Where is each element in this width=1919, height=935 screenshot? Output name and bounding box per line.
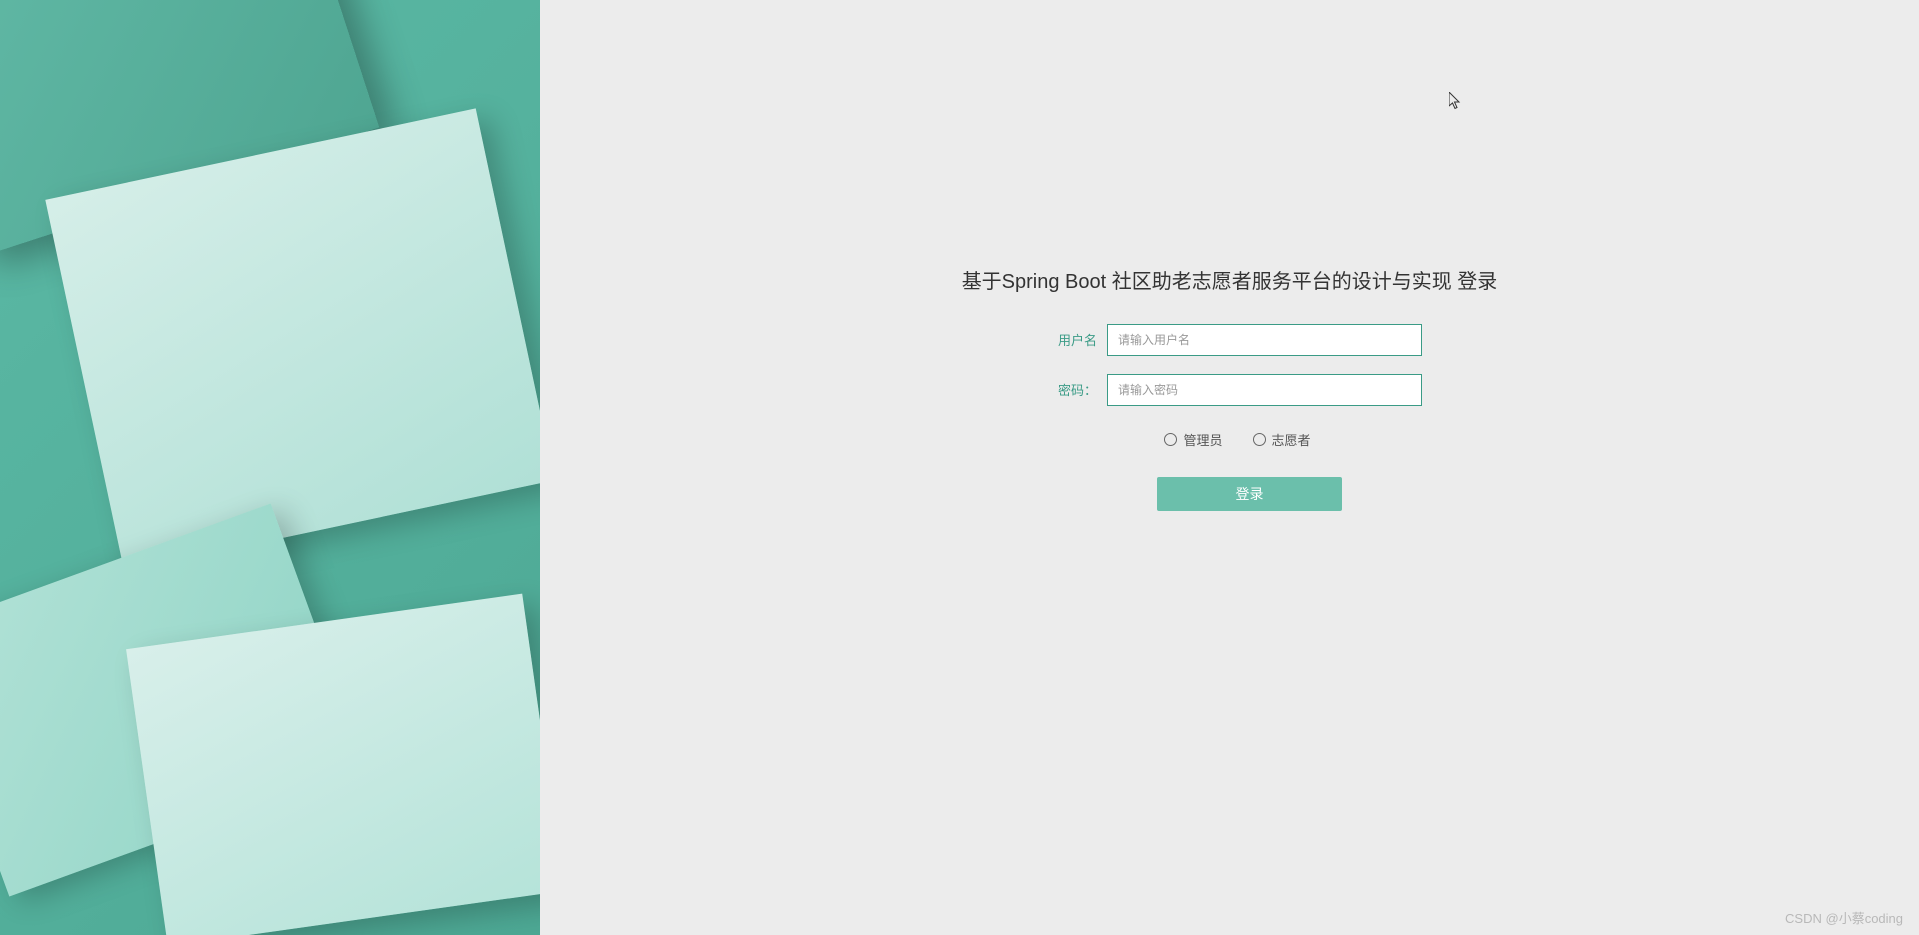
username-input[interactable] — [1107, 324, 1422, 356]
password-input[interactable] — [1107, 374, 1422, 406]
username-row: 用户名 — [970, 324, 1490, 356]
role-selector: 管理员 志愿者 — [1164, 430, 1310, 449]
role-volunteer-radio[interactable]: 志愿者 — [1253, 430, 1311, 449]
radio-icon — [1253, 433, 1266, 446]
password-row: 密码： — [970, 374, 1490, 406]
radio-icon — [1164, 433, 1177, 446]
role-admin-radio[interactable]: 管理员 — [1164, 430, 1222, 449]
login-form: 基于Spring Boot 社区助老志愿者服务平台的设计与实现 登录 用户名 密… — [970, 265, 1490, 511]
password-label: 密码： — [1037, 380, 1097, 399]
decorative-left-panel — [0, 0, 540, 935]
watermark-text: CSDN @小蔡coding — [1785, 908, 1903, 927]
page-title: 基于Spring Boot 社区助老志愿者服务平台的设计与实现 登录 — [962, 265, 1498, 294]
cursor-icon — [1449, 92, 1463, 110]
username-label: 用户名 — [1037, 330, 1097, 349]
login-panel: 基于Spring Boot 社区助老志愿者服务平台的设计与实现 登录 用户名 密… — [540, 0, 1919, 935]
login-button[interactable]: 登录 — [1157, 477, 1342, 511]
decorative-shape — [126, 594, 540, 935]
role-admin-label: 管理员 — [1183, 430, 1222, 449]
role-volunteer-label: 志愿者 — [1272, 430, 1311, 449]
